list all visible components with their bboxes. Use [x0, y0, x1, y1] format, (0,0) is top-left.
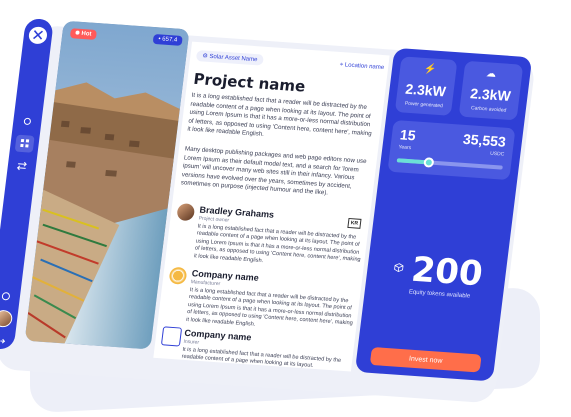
price-tag: • 657.4 [152, 33, 183, 46]
company-role: Manufacturer [190, 279, 221, 288]
project-title: Project name [192, 69, 307, 96]
insurer-role: Insurer [183, 338, 200, 346]
building-icon [160, 326, 183, 347]
slider-handle[interactable] [423, 157, 435, 168]
carbon-value: 2.3kW [469, 85, 512, 104]
help-icon[interactable] [0, 287, 16, 305]
years-label: Years [398, 144, 412, 152]
token-cube-icon [394, 263, 404, 273]
grid-nav-icon[interactable] [14, 134, 35, 153]
hot-badge: Hot [69, 28, 97, 40]
app-mockup: Hot • 657.4 ⚙ Solar Asset Name ⌖ Locatio… [0, 0, 571, 417]
power-label: Power generated [404, 100, 444, 110]
person-role: Project owner [198, 215, 230, 224]
lightning-icon: ⚡ [423, 63, 438, 76]
company-description: It is a long established fact that a rea… [185, 287, 354, 328]
project-description-1: It is a long established fact that a rea… [186, 91, 373, 139]
carbon-label: Carbon avoided [470, 105, 507, 114]
project-content: ⚙ Solar Asset Name ⌖ Location name Proje… [153, 41, 390, 372]
swap-nav-icon[interactable] [12, 157, 32, 175]
years-value: 15 [399, 126, 417, 144]
tokens-value: 200 [409, 249, 485, 295]
carbon-tile: ☁ 2.3kW Carbon avoided [458, 60, 524, 121]
project-description-2: Many desktop publishing packages and web… [180, 145, 367, 197]
amount-slider[interactable] [396, 157, 503, 170]
cloud-icon: ☁ [485, 68, 497, 80]
brand-logo: KR [347, 217, 362, 229]
location-link[interactable]: ⌖ Location name [339, 62, 384, 72]
usdc-value: 35,553 [462, 130, 507, 150]
logo-icon[interactable] [27, 26, 48, 44]
user-avatar[interactable] [0, 309, 14, 328]
power-value: 2.3kW [404, 80, 447, 100]
asset-name-tag[interactable]: ⚙ Solar Asset Name [195, 50, 265, 66]
person-description: It is a long established fact that a rea… [193, 223, 361, 264]
power-tile: ⚡ 2.3kW Power generated [394, 56, 458, 116]
usdc-label: USDC [489, 150, 505, 158]
sun-icon [168, 266, 188, 285]
app-window: Hot • 657.4 ⚙ Solar Asset Name ⌖ Locatio… [0, 18, 545, 404]
person-avatar [176, 203, 196, 222]
investment-slider-tile: 15 Years 35,553 USDC [387, 119, 516, 181]
invest-now-button[interactable]: Invest now [369, 346, 482, 373]
dashboard-nav-icon[interactable] [17, 112, 37, 130]
